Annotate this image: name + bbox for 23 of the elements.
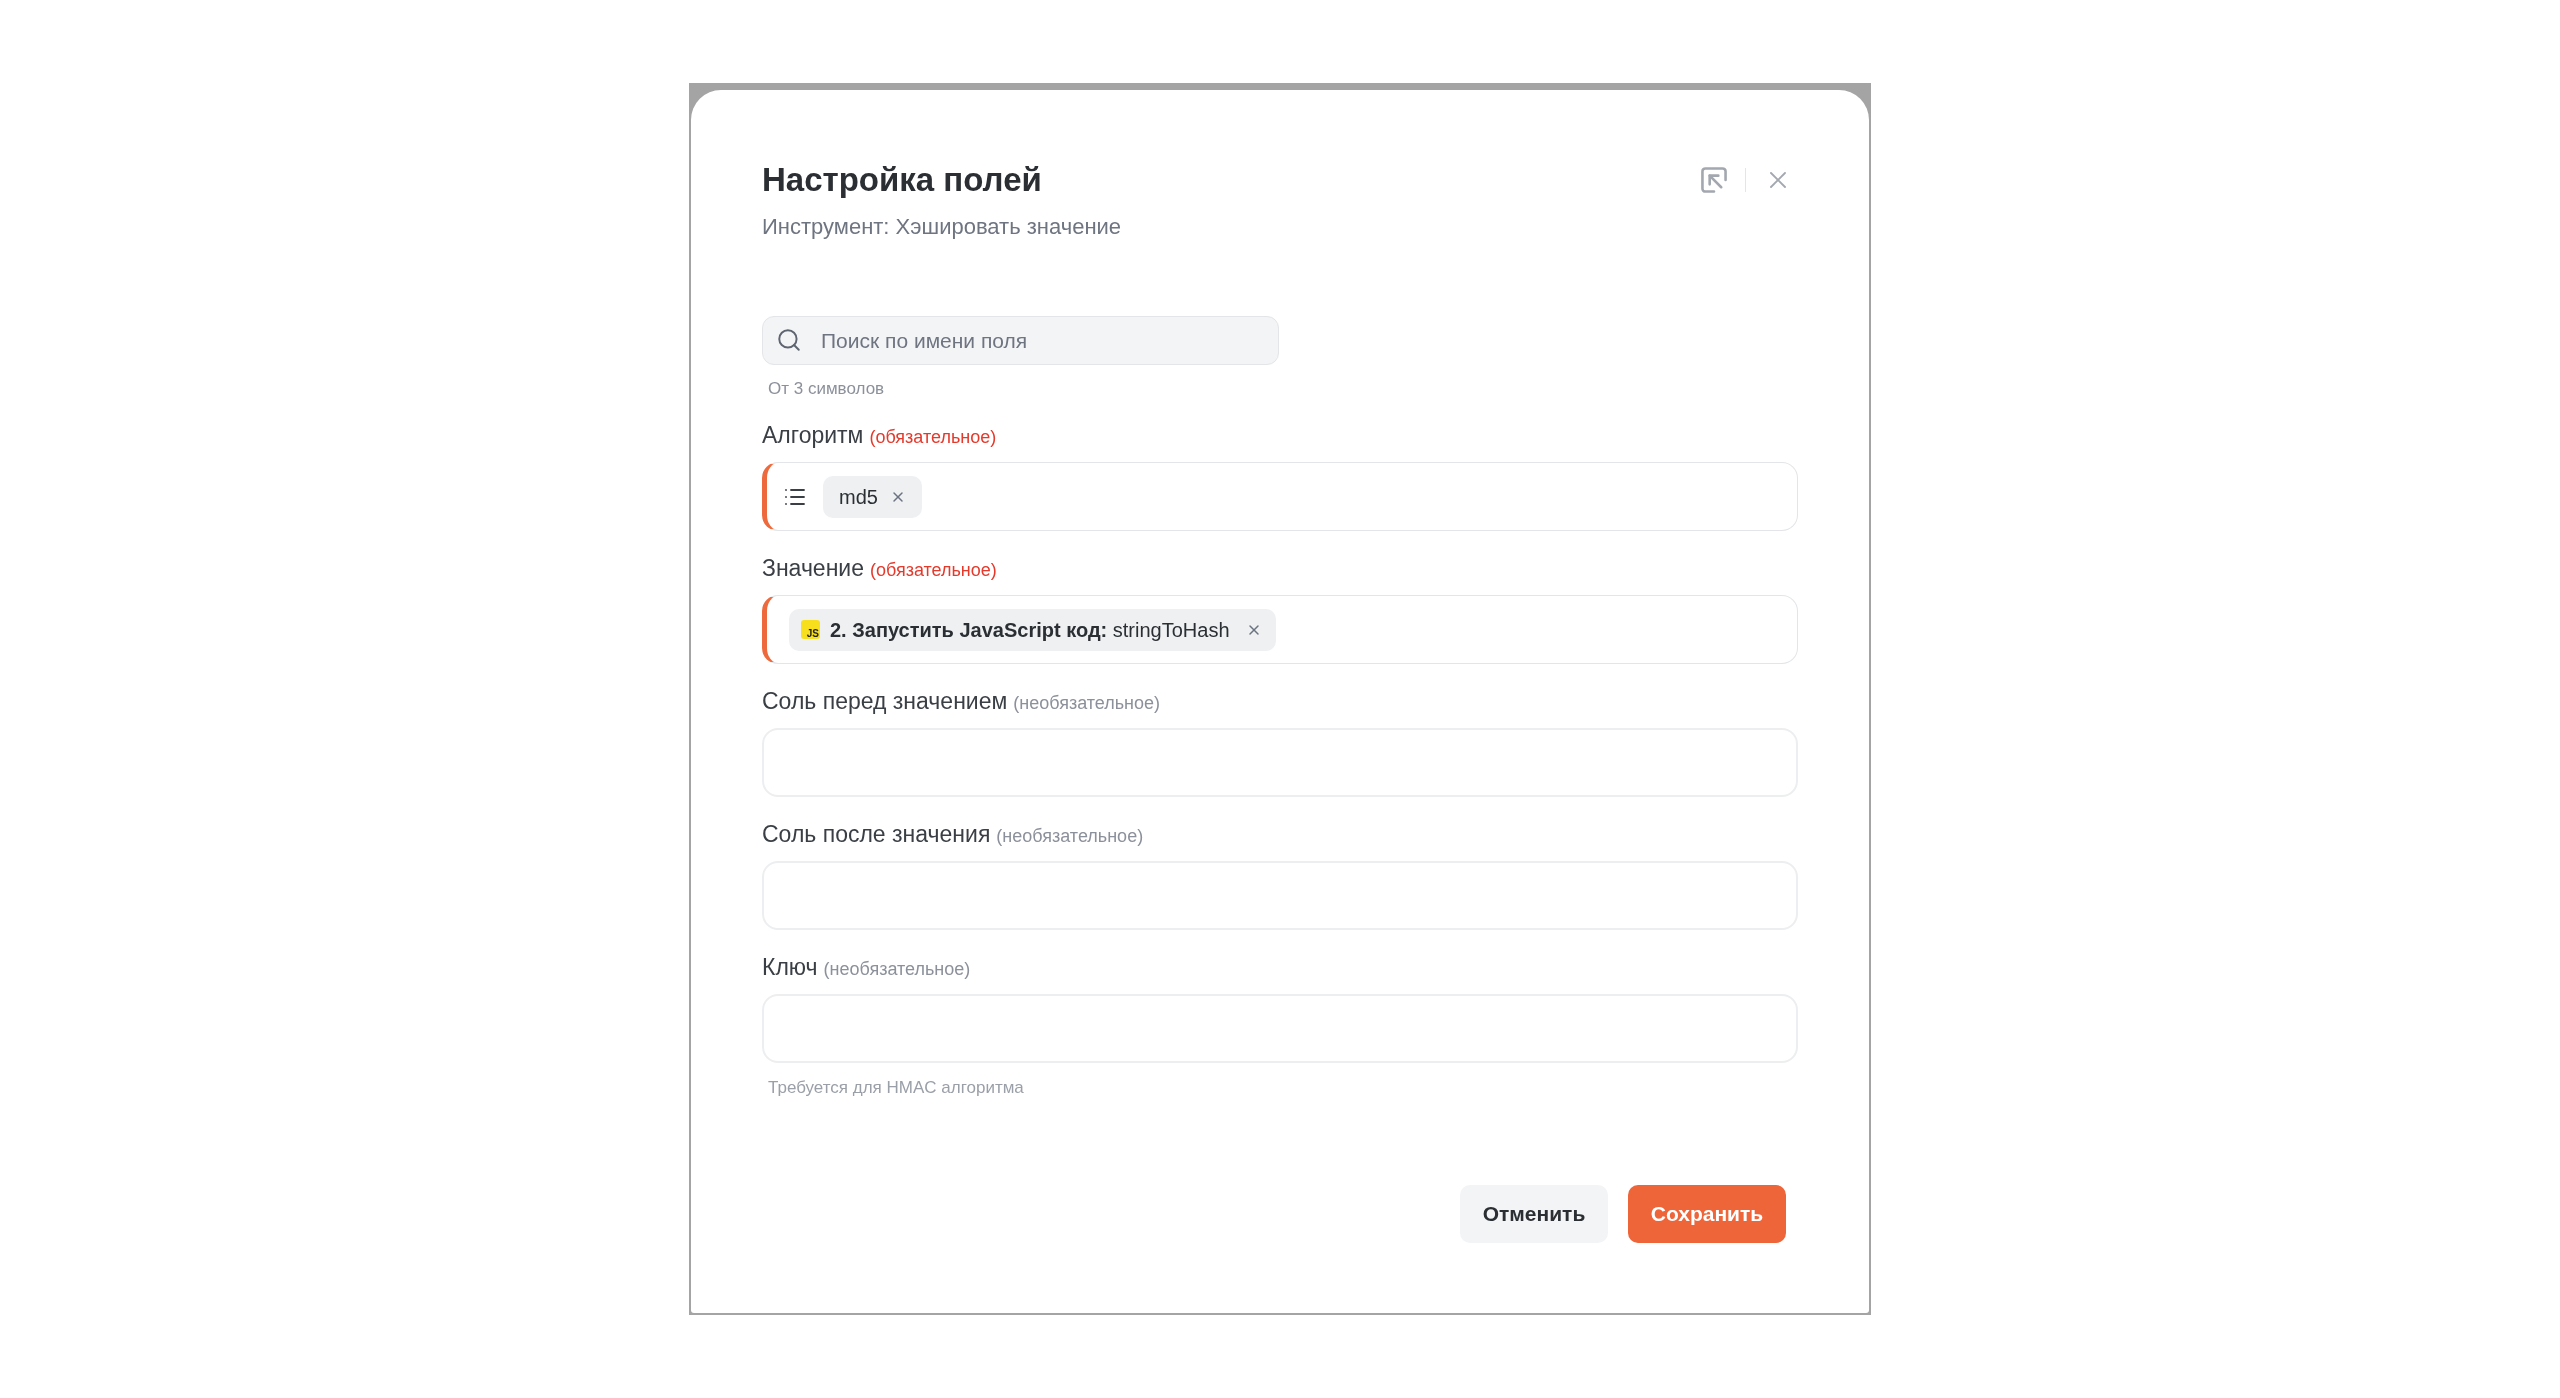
js-logo: JS — [801, 620, 820, 639]
field-label: Соль после значения — [762, 820, 991, 849]
step-reference-text: 2. Запустить JavaScript код: stringToHash — [830, 617, 1230, 643]
field-label: Ключ — [762, 953, 818, 982]
requirement-note: (необязательное) — [823, 958, 971, 981]
requirement-note: (необязательное) — [1013, 692, 1161, 715]
option-text: md5 — [839, 484, 878, 510]
minimize-button[interactable] — [1701, 167, 1727, 193]
requirement-note: (обязательное) — [869, 426, 997, 449]
requirement-note: (необязательное) — [996, 825, 1144, 848]
search-hint: От 3 символов — [768, 378, 885, 400]
select-field[interactable]: md5 — [762, 462, 1798, 531]
dialog-title: Настройка полей — [762, 160, 1042, 200]
field-label: Алгоритм — [762, 421, 864, 450]
field-hint: Требуется для HMAC алгоритма — [768, 1077, 1024, 1099]
field-label: Значение — [762, 554, 864, 583]
search-icon — [776, 327, 802, 353]
cancel-button[interactable]: Отменить — [1460, 1184, 1608, 1243]
search-field[interactable]: Поиск по имени поля — [762, 316, 1279, 365]
requirement-note: (обязательное) — [870, 559, 997, 582]
dialog-subtitle: Инструмент: Хэшировать значение — [762, 213, 1122, 241]
field-label: Соль перед значением — [762, 687, 1008, 716]
value-field[interactable]: JS 2. Запустить JavaScript код: stringToHash — [762, 595, 1798, 664]
